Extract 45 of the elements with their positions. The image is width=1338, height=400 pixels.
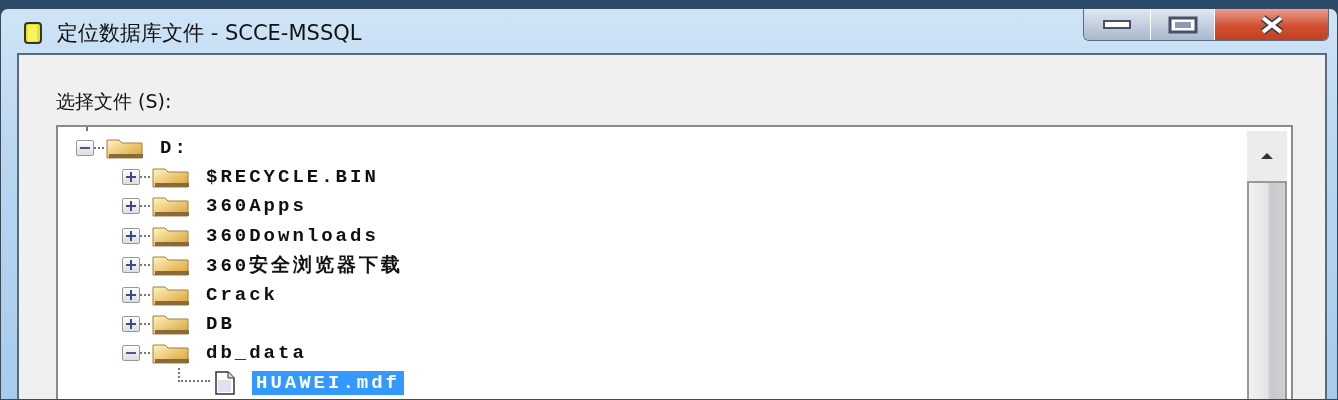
close-icon — [1258, 14, 1285, 35]
expand-toggle[interactable] — [122, 198, 140, 215]
plus-icon — [125, 259, 137, 272]
folder-name[interactable]: Crack — [202, 282, 282, 307]
close-button[interactable] — [1214, 9, 1328, 40]
folder-name[interactable]: $RECYCLE.BIN — [202, 165, 383, 190]
scroll-thumb[interactable] — [1247, 181, 1287, 399]
connector-line — [178, 368, 210, 383]
scrollbar[interactable] — [1247, 131, 1287, 399]
expand-toggle[interactable] — [122, 316, 140, 333]
database-icon — [23, 21, 43, 45]
folder-name[interactable]: db_data — [202, 341, 311, 366]
expand-toggle[interactable] — [122, 227, 140, 244]
collapse-toggle[interactable] — [122, 345, 140, 362]
scroll-up-button[interactable] — [1247, 131, 1287, 181]
plus-icon — [125, 288, 137, 301]
minimize-button[interactable] — [1084, 9, 1150, 40]
window-title: 定位数据库文件 - SCCE-MSSQL — [57, 20, 362, 47]
folder-icon — [152, 313, 190, 336]
up-arrow-icon — [1260, 152, 1274, 160]
select-file-label: 选择文件 (S): — [56, 89, 173, 114]
plus-icon — [125, 200, 137, 213]
folder-name[interactable]: DB — [202, 312, 239, 337]
expand-toggle[interactable] — [122, 257, 140, 274]
maximize-icon — [1167, 15, 1198, 34]
expand-toggle[interactable] — [122, 286, 140, 303]
plus-icon — [125, 171, 137, 184]
folder-icon — [152, 166, 190, 189]
folder-icon — [152, 342, 190, 365]
minimize-icon — [1103, 19, 1131, 30]
file-icon — [212, 370, 238, 395]
folder-name[interactable]: 360Apps — [202, 194, 311, 219]
folder-icon — [152, 224, 190, 247]
expand-toggle[interactable] — [122, 169, 140, 186]
folder-icon — [106, 136, 144, 159]
folder-name[interactable]: 360Downloads — [202, 223, 383, 248]
folder-icon — [152, 195, 190, 218]
plus-icon — [125, 229, 137, 242]
folder-icon — [152, 283, 190, 306]
folder-name[interactable]: 360安全浏览器下载 — [202, 251, 408, 280]
folder-name[interactable]: D: — [156, 135, 193, 160]
folder-icon — [152, 254, 190, 277]
plus-icon — [125, 318, 137, 331]
maximize-button[interactable] — [1150, 9, 1214, 40]
collapse-toggle[interactable] — [76, 139, 94, 156]
